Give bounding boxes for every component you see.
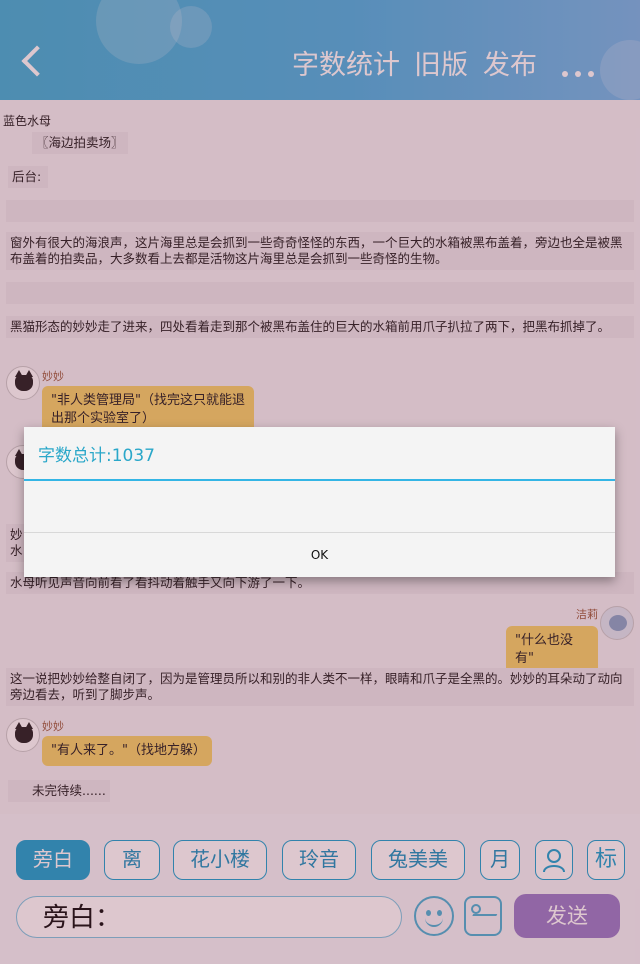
dialog-title: 字数总计:1037 [38,446,155,466]
dialog-title-divider [24,479,615,481]
word-count-dialog: 字数总计:1037 OK [24,427,615,577]
ok-button[interactable]: OK [24,533,615,577]
